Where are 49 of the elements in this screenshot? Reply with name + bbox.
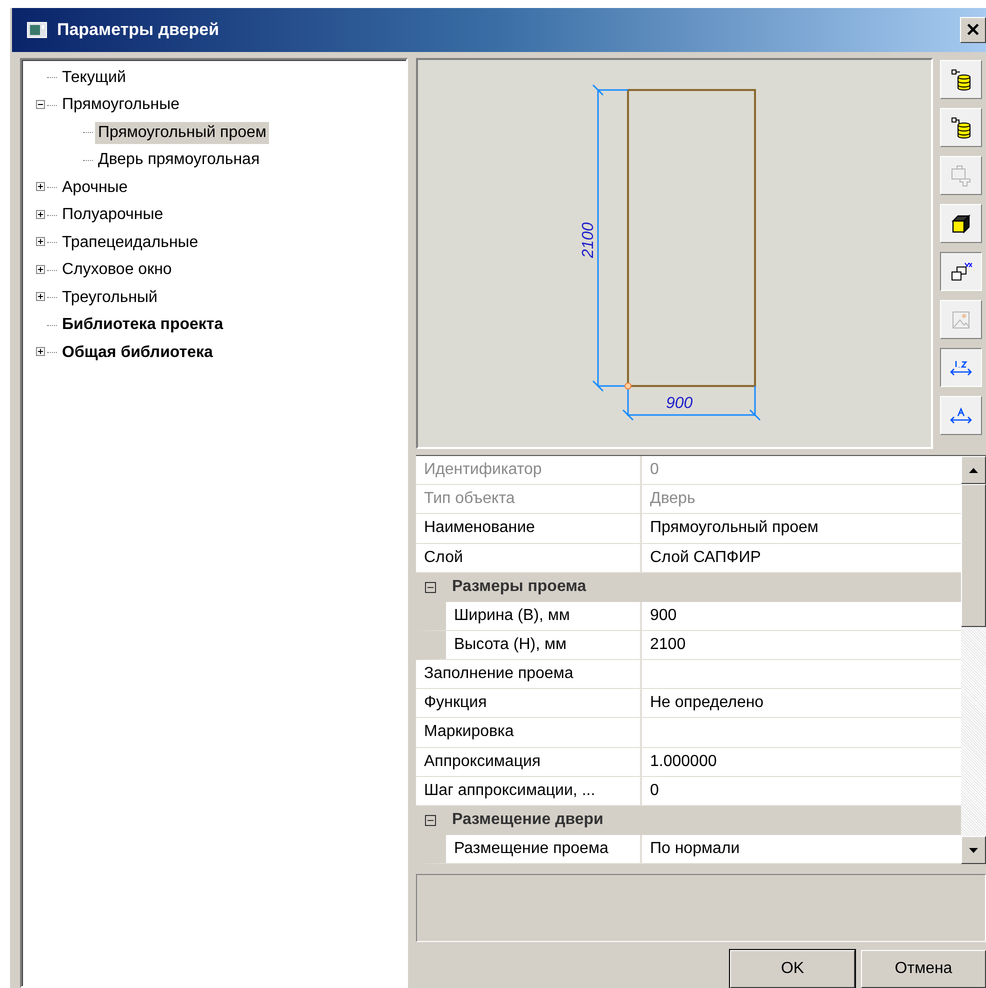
collapse-icon[interactable] xyxy=(425,814,436,826)
property-value[interactable]: Слой САПФИР xyxy=(642,544,961,572)
scroll-up-icon xyxy=(969,468,978,473)
dimension-label: 900 xyxy=(666,395,693,413)
tree-item[interactable]: Трапецеидальные xyxy=(59,232,202,254)
property-value[interactable]: По нормали xyxy=(642,834,961,864)
property-value[interactable]: Прямоугольный проем xyxy=(642,514,961,543)
expand-icon[interactable] xyxy=(36,347,47,358)
tree-item[interactable]: Полуарочные xyxy=(59,204,166,226)
tree-item[interactable]: Арочные xyxy=(59,176,131,199)
windows-icon xyxy=(950,262,972,282)
property-name: Размещение проема xyxy=(446,834,642,864)
tree-item[interactable]: Прямоугольные xyxy=(59,94,183,116)
expand-icon[interactable] xyxy=(36,182,47,194)
toolbar-button[interactable] xyxy=(940,252,982,291)
property-value[interactable]: 1.000000 xyxy=(642,748,961,776)
tree-item[interactable]: Треугольный xyxy=(59,286,160,309)
image-icon xyxy=(951,310,971,330)
scrollbar[interactable] xyxy=(961,456,986,864)
expand-icon[interactable] xyxy=(36,292,47,304)
property-value[interactable]: Не определено xyxy=(642,689,961,718)
scroll-down-icon xyxy=(969,848,978,853)
database-icon xyxy=(951,68,971,90)
tree-item[interactable]: Прямоугольный проем xyxy=(95,122,270,144)
property-value[interactable]: 2100 xyxy=(642,630,961,660)
window-icon xyxy=(27,22,47,38)
tree-item[interactable]: Дверь прямоугольная xyxy=(95,149,263,172)
close-button[interactable]: ✕ xyxy=(960,17,986,43)
group-header: Размещение двери xyxy=(452,811,604,830)
tree-item[interactable]: Слуховое окно xyxy=(59,259,175,282)
window-title: Параметры дверей xyxy=(57,20,220,40)
dialog-button[interactable]: Отмена xyxy=(861,950,986,988)
parts-icon xyxy=(950,164,972,186)
database-icon xyxy=(951,116,971,138)
group-header: Размеры проема xyxy=(452,578,586,596)
tree-item[interactable]: Текущий xyxy=(59,66,129,89)
tree-item[interactable]: Общая библиотека xyxy=(59,342,216,364)
expand-icon[interactable] xyxy=(36,237,47,248)
cube-icon xyxy=(951,214,971,234)
expand-icon[interactable] xyxy=(36,210,47,221)
property-value[interactable]: 0 xyxy=(642,776,961,805)
collapse-icon[interactable] xyxy=(425,582,436,593)
dialog-button[interactable]: OK xyxy=(730,950,855,988)
property-value[interactable]: 900 xyxy=(642,602,961,630)
dimension-label: 2100 xyxy=(580,222,598,258)
dimension-icon xyxy=(950,406,972,426)
tree-item[interactable]: Библиотека проекта xyxy=(59,314,226,336)
collapse-icon[interactable] xyxy=(36,100,47,111)
expand-icon[interactable] xyxy=(36,264,47,276)
